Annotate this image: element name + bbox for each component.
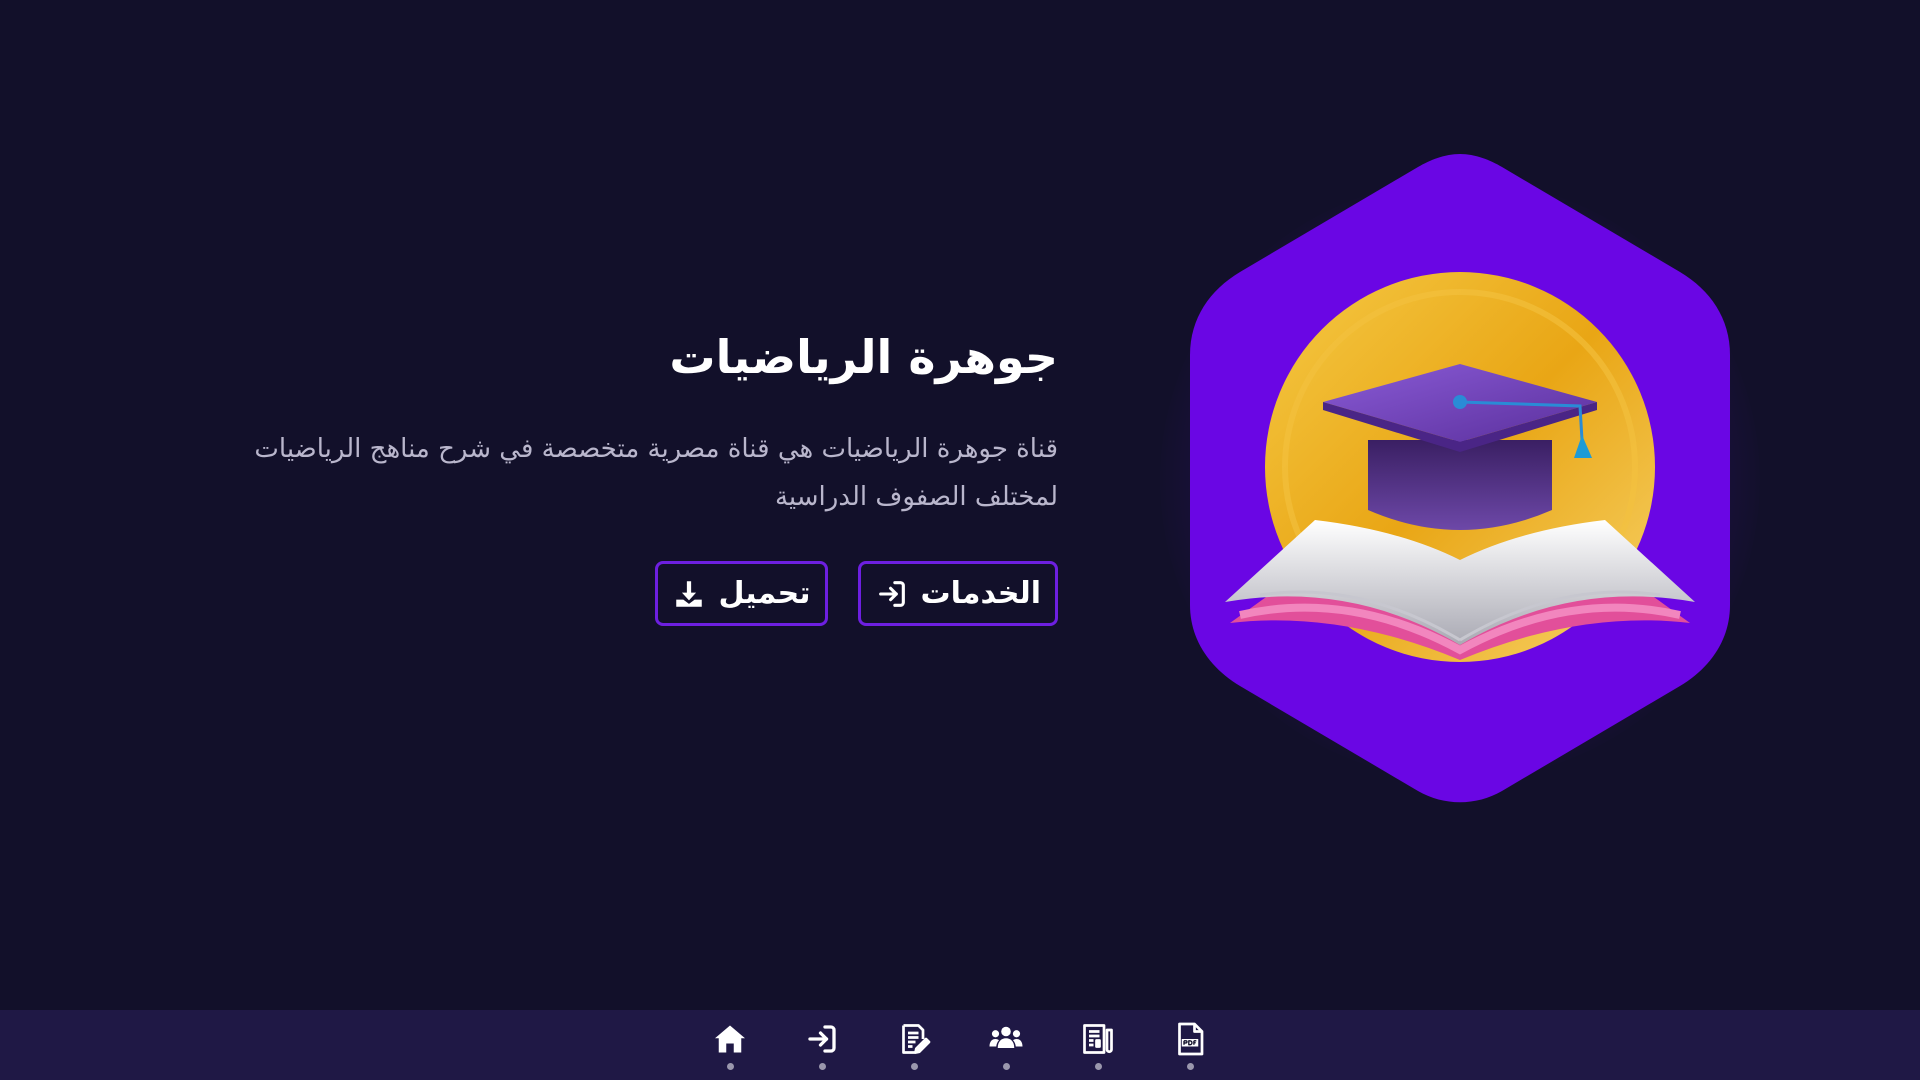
bottom-nav	[0, 1010, 1920, 1080]
nav-item-pdf[interactable]	[1169, 1015, 1211, 1075]
sign-in-icon	[808, 1024, 836, 1053]
download-button[interactable]: تحميل	[655, 561, 828, 627]
cap-body	[1368, 440, 1552, 530]
nav-item-home[interactable]	[709, 1015, 751, 1075]
hero-title: جوهرة الرياضيات	[669, 330, 1058, 384]
sign-in-icon	[878, 580, 905, 607]
nav-item-users[interactable]	[985, 1015, 1027, 1075]
graduation-book-illustration	[1190, 154, 1730, 803]
nav-indicator-dot	[726, 1062, 734, 1070]
nav-indicator-dot	[910, 1062, 918, 1070]
hero-illustration	[1130, 140, 1790, 820]
home-icon	[715, 1025, 745, 1052]
newspaper-icon	[1083, 1023, 1113, 1054]
services-button-label: الخدمات	[920, 576, 1041, 612]
hero-description: قناة جوهرة الرياضيات هي قناة مصرية متخصص…	[254, 434, 1058, 513]
nav-item-login[interactable]	[801, 1015, 843, 1075]
nav-item-register[interactable]	[893, 1015, 935, 1075]
users-icon	[989, 1026, 1023, 1048]
download-icon	[676, 581, 703, 607]
nav-indicator-dot	[1186, 1062, 1194, 1070]
services-button[interactable]: الخدمات	[857, 561, 1058, 627]
hero-buttons: الخدمات تحميل	[158, 561, 1058, 627]
nav-indicator-dot	[818, 1062, 826, 1070]
hero-section: جوهرة الرياضيات قناة جوهرة الرياضيات هي …	[158, 330, 1058, 627]
nav-item-articles[interactable]	[1077, 1015, 1119, 1075]
pdf-file-icon	[1178, 1022, 1204, 1055]
download-button-label: تحميل	[718, 576, 811, 612]
nav-indicator-dot	[1094, 1062, 1102, 1070]
nav-indicator-dot	[1002, 1062, 1010, 1070]
edit-document-icon	[902, 1023, 931, 1054]
page: جوهرة الرياضيات قناة جوهرة الرياضيات هي …	[0, 0, 1920, 1080]
